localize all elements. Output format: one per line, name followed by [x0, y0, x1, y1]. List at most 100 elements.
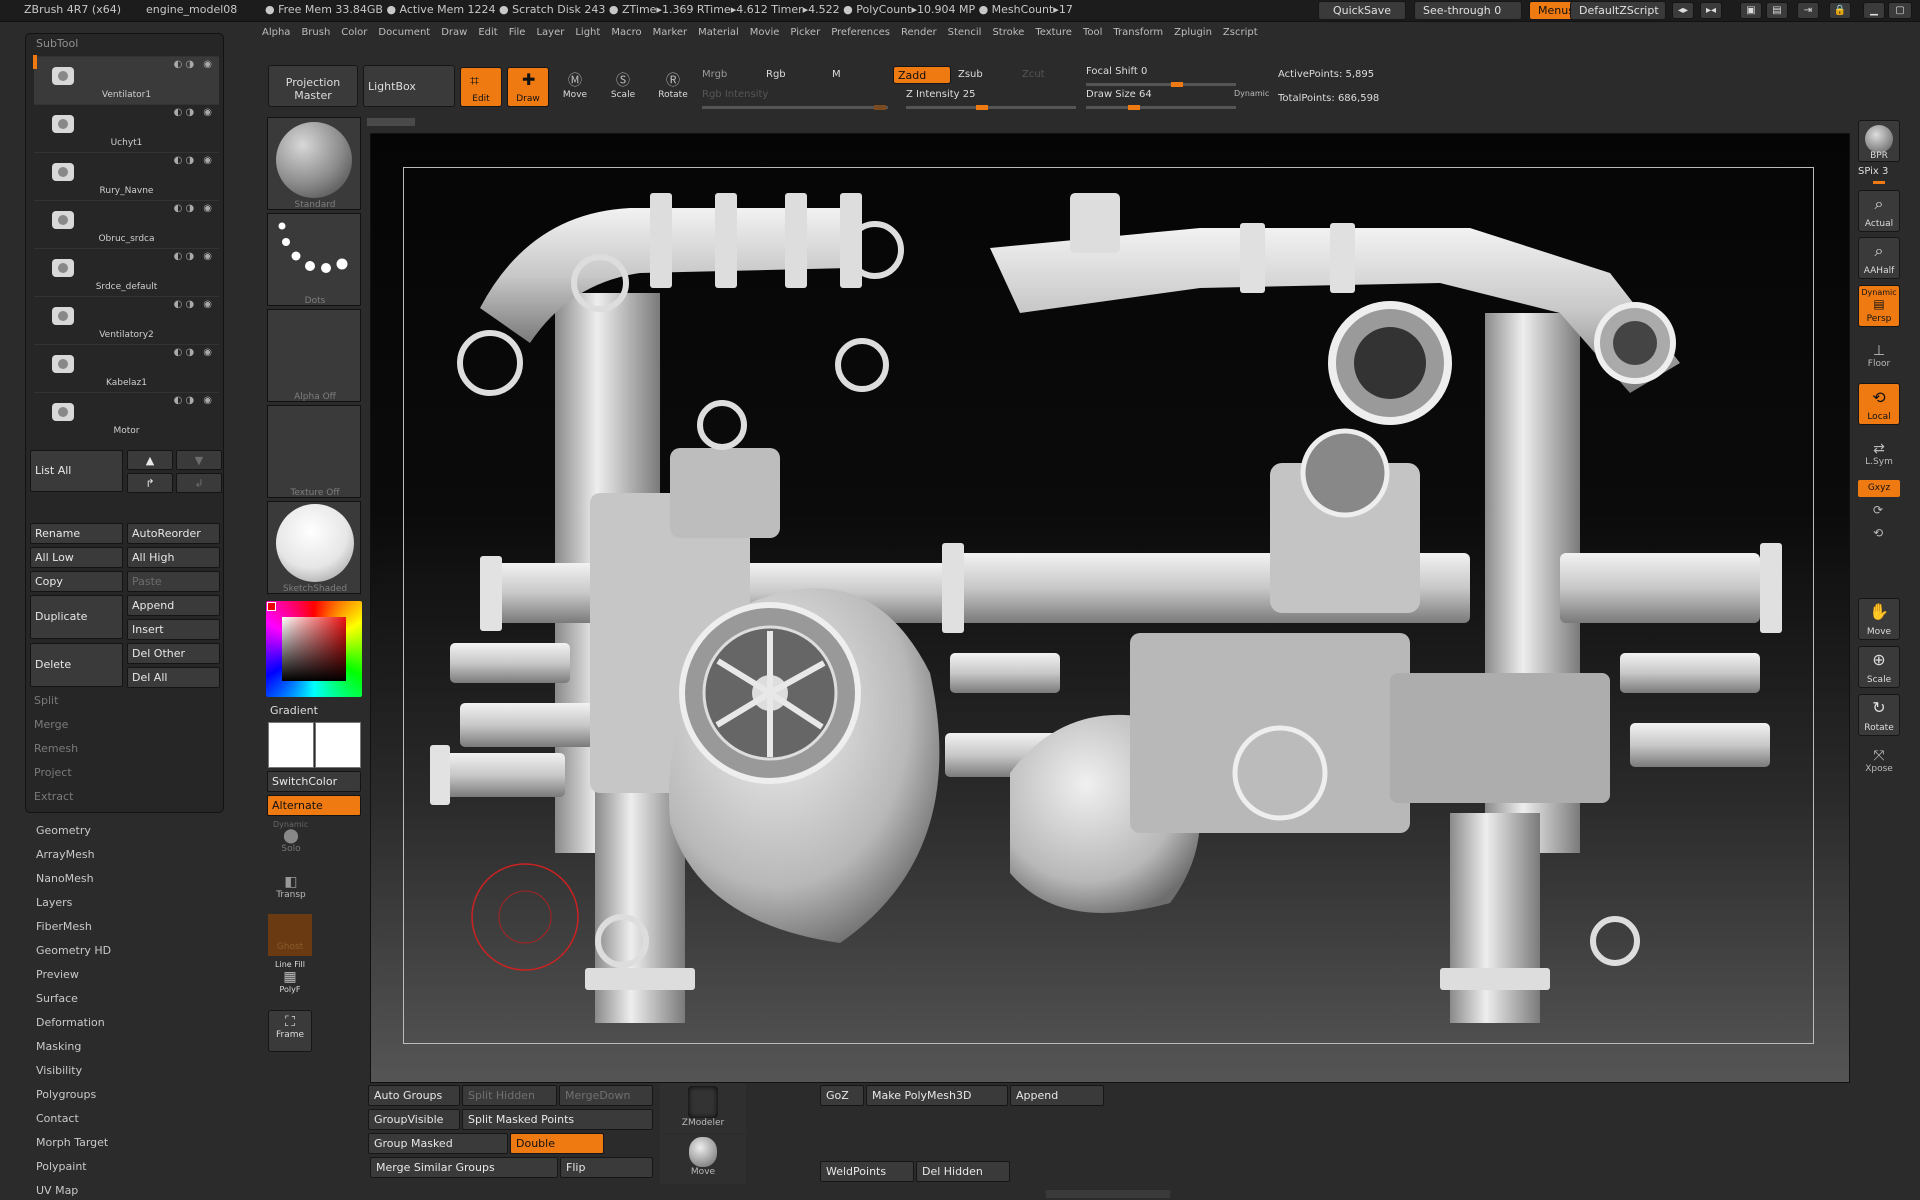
zadd-button[interactable]: Zadd — [893, 66, 951, 84]
tool-palette-item[interactable]: ArrayMesh — [36, 848, 95, 861]
subtool-item[interactable]: ◐◑ ◉ Ventilator1 — [34, 56, 219, 104]
tool-palette-item[interactable]: Morph Target — [36, 1136, 108, 1149]
scale-button[interactable]: Ⓢ Scale — [604, 70, 642, 108]
move-view-button[interactable]: ✋ Move — [1858, 598, 1900, 640]
rgb-intensity-track[interactable] — [702, 105, 888, 110]
tool-palette-item[interactable]: Contact — [36, 1112, 79, 1125]
tile-alt-icon[interactable]: ▤ — [1766, 2, 1788, 19]
zsub-button[interactable]: Zsub — [958, 69, 983, 80]
subtool-item[interactable]: ◐◑ ◉ Kabelaz1 — [34, 344, 219, 392]
projection-master-button[interactable]: Projection Master — [268, 65, 358, 107]
spix-knob[interactable] — [1873, 181, 1885, 184]
tray-icon[interactable]: ⇥ — [1797, 2, 1819, 19]
focal-shift-track[interactable] — [1086, 82, 1236, 87]
transp-button[interactable]: ◧ Transp — [272, 874, 310, 908]
layout-icon[interactable]: ◂▸ — [1672, 2, 1694, 19]
append-button[interactable]: Append — [127, 595, 220, 616]
quicksave-button[interactable]: QuickSave — [1318, 1, 1406, 20]
move-up-icon[interactable]: ▲ — [127, 450, 173, 470]
menu-item[interactable]: Zplugin — [1174, 23, 1212, 38]
menu-item[interactable]: Zscript — [1223, 23, 1258, 38]
menu-item[interactable]: Marker — [653, 23, 688, 38]
xyz-button[interactable]: Gxyz — [1858, 480, 1900, 497]
menu-item[interactable]: Brush — [301, 23, 330, 38]
default-zscript-button[interactable]: DefaultZScript — [1570, 1, 1666, 20]
solo-button[interactable]: ⬤ Solo — [272, 828, 310, 862]
tool-palette-item[interactable]: UV Map — [36, 1184, 78, 1197]
merge-section[interactable]: Merge — [34, 718, 68, 731]
color-picker[interactable] — [266, 601, 362, 697]
menu-item[interactable]: Color — [341, 23, 367, 38]
copy-button[interactable]: Copy — [30, 571, 123, 592]
3d-model-viewport[interactable] — [370, 133, 1850, 1083]
menu-item[interactable]: Layer — [536, 23, 564, 38]
local-button[interactable]: ⟲ Local — [1858, 383, 1900, 425]
floor-button[interactable]: ⊥ Floor — [1858, 343, 1900, 369]
draw-size-track[interactable] — [1086, 105, 1236, 110]
menu-item[interactable]: File — [509, 23, 526, 38]
split-hidden-button[interactable]: Split Hidden — [462, 1085, 557, 1106]
weldpoints-button[interactable]: WeldPoints — [820, 1161, 914, 1182]
material-button[interactable]: SketchShaded — [267, 501, 361, 594]
menu-item[interactable]: Movie — [750, 23, 780, 38]
rgb-button[interactable]: Rgb — [766, 69, 786, 80]
merge-similar-groups-button[interactable]: Merge Similar Groups — [370, 1157, 558, 1178]
m-button[interactable]: M — [832, 69, 841, 80]
aahalf-button[interactable]: ⌕ AAHalf — [1858, 237, 1900, 279]
del-hidden-button[interactable]: Del Hidden — [916, 1161, 1010, 1182]
auto-groups-button[interactable]: Auto Groups — [368, 1085, 460, 1106]
tool-palette-item[interactable]: Surface — [36, 992, 78, 1005]
extract-section[interactable]: Extract — [34, 790, 73, 803]
split-section[interactable]: Split — [34, 694, 58, 707]
del-other-button[interactable]: Del Other — [127, 643, 220, 664]
menu-item[interactable]: Texture — [1035, 23, 1072, 38]
goz-button[interactable]: GoZ — [820, 1085, 864, 1106]
menu-item[interactable]: Light — [575, 23, 600, 38]
tool-palette-item[interactable]: Deformation — [36, 1016, 105, 1029]
spix-slider[interactable]: SPix 3 — [1858, 166, 1888, 177]
see-through-slider[interactable]: See-through 0 — [1414, 1, 1522, 20]
menu-item[interactable]: Render — [901, 23, 937, 38]
subtool-scroll-indicator[interactable] — [33, 55, 37, 69]
groupvisible-button[interactable]: GroupVisible — [368, 1109, 460, 1130]
del-all-button[interactable]: Del All — [127, 667, 220, 688]
menu-item[interactable]: Stencil — [948, 23, 982, 38]
menu-item[interactable]: Tool — [1083, 23, 1102, 38]
double-button[interactable]: Double — [510, 1133, 604, 1154]
make-polymesh3d-button[interactable]: Make PolyMesh3D — [866, 1085, 1008, 1106]
tool-palette-item[interactable]: Polypaint — [36, 1160, 87, 1173]
subtool-item[interactable]: ◐◑ ◉ Obruc_srdca — [34, 200, 219, 248]
switchcolor-button[interactable]: SwitchColor — [267, 771, 361, 792]
insert-button[interactable]: Insert — [127, 619, 220, 640]
line-fill-button[interactable]: Line Fill ▦ PolyF — [268, 960, 312, 1002]
canvas-scroll-handle[interactable] — [367, 118, 415, 126]
append-bottom-button[interactable]: Append — [1010, 1085, 1104, 1106]
paste-button[interactable]: Paste — [127, 571, 220, 592]
rename-button[interactable]: Rename — [30, 523, 123, 544]
z-intensity-slider[interactable]: Z Intensity 25 — [906, 89, 975, 100]
rotate-z-icon[interactable]: ⟲ — [1873, 526, 1883, 540]
menu-item[interactable]: Material — [698, 23, 739, 38]
maximize-icon[interactable]: ▢ — [1888, 2, 1912, 19]
tool-palette-item[interactable]: Visibility — [36, 1064, 82, 1077]
visibility-icon[interactable]: ◐◑ ◉ — [174, 347, 215, 358]
lsym-button[interactable]: ⇄ L.Sym — [1858, 441, 1900, 467]
mergedown-button[interactable]: MergeDown — [559, 1085, 653, 1106]
visibility-icon[interactable]: ◐◑ ◉ — [174, 155, 215, 166]
edit-button[interactable]: Edit — [460, 67, 502, 107]
tool-palette-item[interactable]: NanoMesh — [36, 872, 94, 885]
visibility-icon[interactable]: ◐◑ ◉ — [174, 395, 215, 406]
tool-palette-item[interactable]: Polygroups — [36, 1088, 96, 1101]
tool-palette-item[interactable]: FiberMesh — [36, 920, 92, 933]
ghost-button[interactable]: Ghost — [268, 914, 312, 956]
all-low-button[interactable]: All Low — [30, 547, 123, 568]
bpr-button[interactable]: BPR — [1858, 120, 1900, 162]
arrow-right-icon[interactable]: ↱ — [127, 473, 173, 493]
xpose-button[interactable]: ⤧ Xpose — [1858, 748, 1900, 774]
project-section[interactable]: Project — [34, 766, 72, 779]
tile-icon[interactable]: ▣ — [1740, 2, 1762, 19]
tool-palette-item[interactable]: Geometry — [36, 824, 91, 837]
frame-button[interactable]: ⛶ Frame — [268, 1010, 312, 1052]
actual-button[interactable]: ⌕ Actual — [1858, 190, 1900, 232]
visibility-icon[interactable]: ◐◑ ◉ — [174, 59, 215, 70]
